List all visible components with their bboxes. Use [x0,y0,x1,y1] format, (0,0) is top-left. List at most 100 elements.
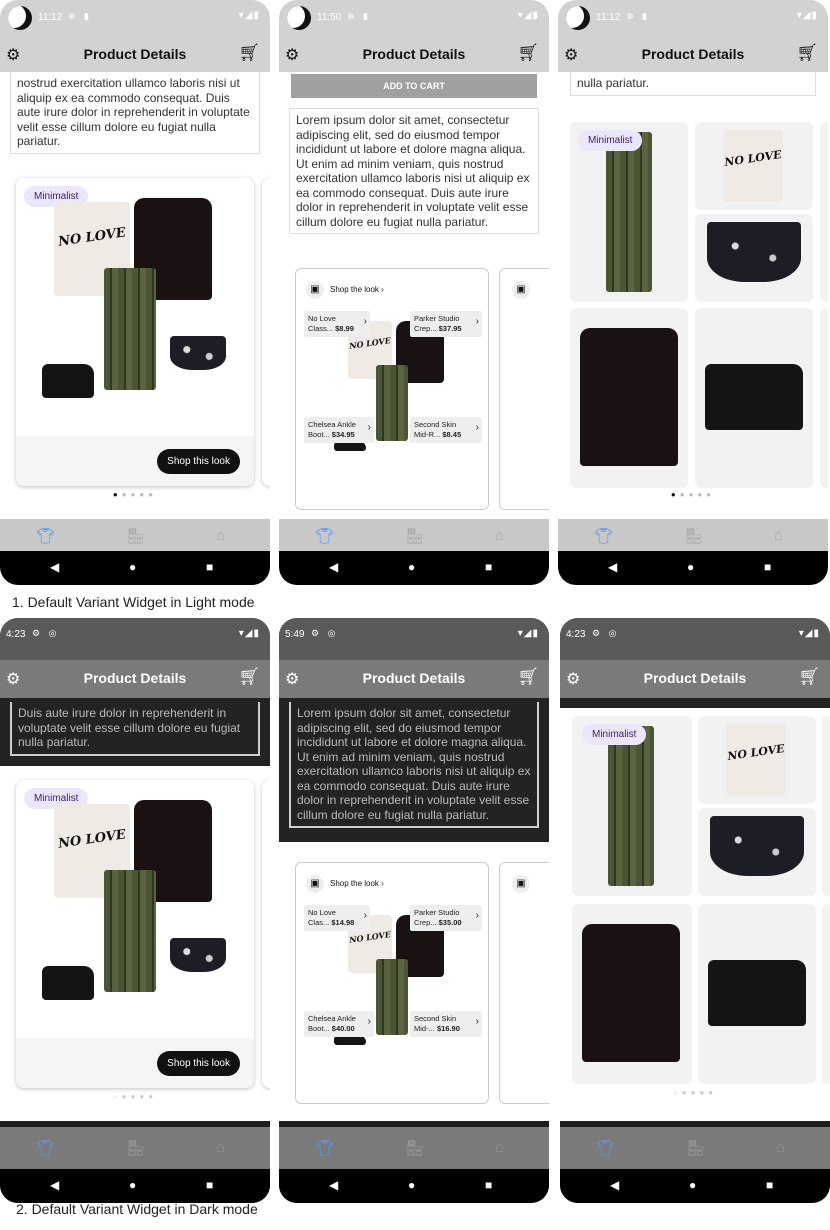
scroll-content[interactable]: nostrud exercitation ullamco laboris nis… [0,72,270,518]
tshirt-icon[interactable]: 👕︎ [315,1139,334,1157]
product-chip-3[interactable]: Chelsea Ankle Boot... $40.00 › [304,1011,374,1037]
status-time: 11:50 [317,12,342,23]
status-bar: 11:50 ⊕ ▮ ▾◢▮ [279,0,549,36]
product-chip-4[interactable]: Second Skin Mid-... $16.90 › [410,1011,482,1037]
back-icon[interactable]: ◀ [50,1178,59,1192]
product-tile-pants[interactable]: Minimalist [572,716,692,896]
next-card-peek[interactable]: ▣ [499,268,549,510]
home-button-icon[interactable]: ● [687,560,694,574]
store-icon[interactable]: 🏪︎ [684,527,703,545]
cart-icon[interactable]: 🛒︎ [798,667,820,687]
product-chip-1[interactable]: No Love Clas... $14.98 › [304,905,370,931]
product-chip-2[interactable]: Parker Studio Crep... $37.95 › [410,311,482,337]
home-icon[interactable]: ⌂ [495,1139,504,1156]
cart-icon[interactable]: 🛒︎ [796,43,818,63]
next-card-peek[interactable]: ▣ [499,862,549,1104]
tshirt-icon[interactable]: 👕︎ [36,527,55,545]
cart-icon[interactable]: 🛒︎ [517,667,539,687]
home-icon[interactable]: ⌂ [774,527,783,544]
look-card[interactable]: Minimalist NO LOVE Shop this look [16,178,254,486]
store-icon[interactable]: 🏪︎ [405,527,424,545]
back-icon[interactable]: ◀ [608,560,617,574]
recents-icon[interactable]: ■ [206,1178,213,1192]
back-icon[interactable]: ◀ [329,1178,338,1192]
underwear-image [170,336,226,370]
shop-the-look-header[interactable]: ▣ Shop the look › [306,281,384,299]
home-button-icon[interactable]: ● [408,1178,415,1192]
scroll-content[interactable]: Lorem ipsum dolor sit amet, consectetur … [279,698,549,1121]
tshirt-icon[interactable]: 👕︎ [594,527,613,545]
back-icon[interactable]: ◀ [610,1178,619,1192]
store-icon[interactable]: 🏪︎ [405,1139,424,1157]
tshirt-icon[interactable]: 👕︎ [315,527,334,545]
product-tile-underwear[interactable] [698,808,816,896]
next-card-peek[interactable] [262,178,270,486]
shop-the-look-card[interactable]: ▣ Shop the look › NO LOVE No Love Clas... … [295,862,489,1104]
product-name: Second Skin [414,420,457,429]
chevron-right-icon: › [363,910,367,921]
home-button-icon[interactable]: ● [689,1178,696,1192]
product-chip-4[interactable]: Second Skin Mid-R... $8.45 › [410,417,482,443]
recents-icon[interactable]: ■ [764,560,771,574]
recents-icon[interactable]: ■ [485,560,492,574]
product-chip-1[interactable]: No Love Class... $8.99 › [304,311,370,337]
product-chip-2[interactable]: Parker Studio Crep... $35.00 › [410,905,482,931]
scroll-content[interactable]: Duis aute irure dolor in reprehenderit i… [0,698,270,1121]
carousel-dots[interactable]: ●●●●● [0,1092,270,1101]
back-icon[interactable]: ◀ [50,560,59,574]
recents-icon[interactable]: ■ [206,560,213,574]
next-tile-peek[interactable] [820,308,828,488]
scroll-content[interactable]: Minimalist NO LOVE ●●●●● [560,698,830,1121]
add-to-cart-button[interactable]: ADD TO CART [291,74,537,98]
next-tile-peek[interactable] [820,122,828,302]
shop-the-look-header[interactable]: ▣ Shop the look › [306,875,384,893]
carousel-dots[interactable]: ●●●●● [0,490,270,499]
description-section: Lorem ipsum dolor sit amet, consectetur … [279,698,549,842]
shop-this-look-button[interactable]: Shop this look [157,1051,240,1076]
carousel-dots[interactable]: ●●●●● [558,490,828,499]
product-tile-tshirt[interactable]: NO LOVE [695,122,813,210]
shop-the-look-card[interactable]: ▣ Shop the look › NO LOVE No Love Class...… [295,268,489,510]
recents-icon[interactable]: ■ [766,1178,773,1192]
product-chip-3[interactable]: Chelsea Ankle Boot... $34.95 › [304,417,374,443]
store-icon[interactable]: 🏪︎ [126,527,145,545]
scroll-content[interactable]: nulla pariatur. Minimalist NO LOVE ●●●●● [558,72,828,518]
home-icon[interactable]: ⌂ [495,527,504,544]
home-button-icon[interactable]: ● [129,1178,136,1192]
next-tile-peek[interactable] [822,716,830,896]
pants-image [376,365,408,441]
product-tile-boot[interactable] [698,904,816,1084]
home-button-icon[interactable]: ● [129,560,136,574]
product-tile-underwear[interactable] [695,214,813,302]
store-icon[interactable]: 🏪︎ [686,1139,705,1157]
product-price: $16.90 [436,1024,460,1033]
product-tile-jacket[interactable] [572,904,692,1084]
product-tile-jacket[interactable] [570,308,688,488]
product-tile-boot[interactable] [695,308,813,488]
chevron-right-icon: › [475,1016,479,1027]
tshirt-icon[interactable]: 👕︎ [596,1139,615,1157]
scroll-content[interactable]: ADD TO CART Lorem ipsum dolor sit amet, … [279,72,549,518]
bottom-navigation: 👕︎ 🏪︎ ⌂ [560,1121,830,1169]
product-price: $8.45 [442,430,462,439]
recents-icon[interactable]: ■ [485,1178,492,1192]
home-icon[interactable]: ⌂ [216,527,225,544]
home-icon[interactable]: ⌂ [216,1139,225,1156]
cart-icon[interactable]: 🛒︎ [517,43,539,63]
back-icon[interactable]: ◀ [329,560,338,574]
product-tile-tshirt[interactable]: NO LOVE [698,716,816,804]
tshirt-icon[interactable]: 👕︎ [36,1139,55,1157]
product-price: $8.99 [335,324,354,333]
next-card-peek[interactable] [262,780,270,1088]
pants-image [606,132,652,292]
store-icon[interactable]: 🏪︎ [126,1139,145,1157]
carousel-dots[interactable]: ●●●●● [560,1088,830,1097]
next-tile-peek[interactable] [822,904,830,1084]
home-button-icon[interactable]: ● [408,560,415,574]
cart-icon[interactable]: 🛒︎ [238,667,260,687]
look-card[interactable]: Minimalist NO LOVE Shop this look [16,780,254,1088]
product-tile-pants[interactable]: Minimalist [570,122,688,302]
cart-icon[interactable]: 🛒︎ [238,43,260,63]
home-icon[interactable]: ⌂ [776,1139,785,1156]
shop-this-look-button[interactable]: Shop this look [157,449,240,474]
